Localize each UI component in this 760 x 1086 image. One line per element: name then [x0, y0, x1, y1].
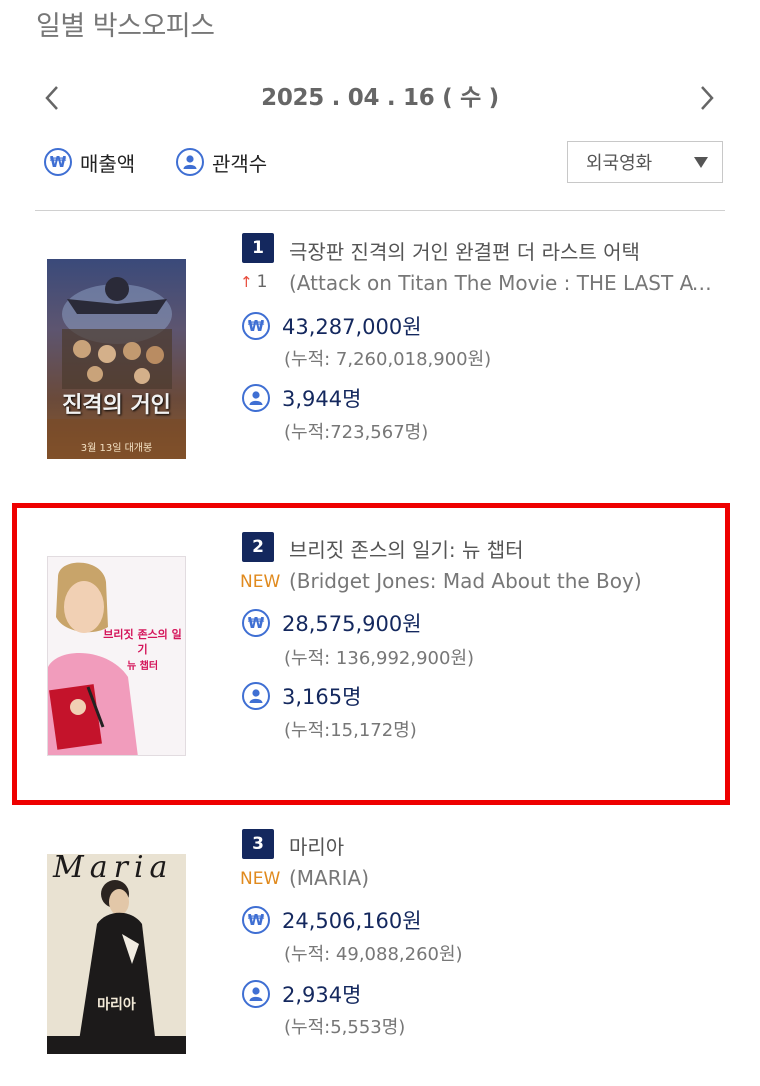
cumulative-audience: (누적:723,567명) [284, 422, 429, 443]
divider [35, 210, 725, 211]
dropdown-selected-value: 외국영화 [586, 153, 653, 174]
poster-script-title: Maria [53, 854, 174, 885]
sort-by-revenue-button[interactable]: ₩ 매출액 [44, 144, 135, 180]
poster-title: 마리아 [97, 997, 136, 1013]
movie-title-english: (Attack on Titan The Movie : THE LAST AT… [289, 271, 714, 295]
audience-stat: 2,934명 [242, 979, 361, 1009]
sort-audience-label: 관객수 [212, 151, 268, 176]
won-icon: ₩ [242, 312, 270, 340]
rank-badge: 1 [242, 233, 274, 263]
movie-type-dropdown[interactable]: 외국영화 [567, 141, 723, 183]
current-date: 2025 . 04 . 16 ( 수 ) [261, 85, 499, 111]
cumulative-revenue: (누적: 7,260,018,900원) [284, 349, 492, 370]
movie-title-korean: 마리아 [289, 835, 345, 859]
poster-artwork [47, 277, 186, 459]
sort-revenue-label: 매출액 [80, 151, 136, 176]
next-date-button[interactable] [695, 86, 719, 110]
sort-by-audience-button[interactable]: 관객수 [176, 144, 267, 180]
rank-change-value: 1 [256, 272, 268, 292]
revenue-stat: ₩ 43,287,000원 [242, 311, 422, 341]
person-icon [242, 384, 270, 412]
highlight-box [12, 503, 730, 805]
cumulative-audience: (누적:5,553명) [284, 1017, 406, 1038]
new-badge: NEW [240, 869, 281, 889]
person-icon [242, 980, 270, 1008]
movie-poster: 진격의 거인 3월 13일 대개봉 [47, 259, 186, 459]
won-icon: ₩ [242, 906, 270, 934]
cumulative-revenue: (누적: 49,088,260원) [284, 944, 463, 965]
won-icon: ₩ [44, 148, 72, 176]
movie-poster: Maria 마리아 [47, 854, 186, 1054]
poster-title: 진격의 거인 [62, 393, 171, 418]
rank-change: ↑ 1 [240, 272, 267, 292]
daily-audience: 3,944명 [282, 387, 362, 411]
movie-title-english: (MARIA) [289, 866, 370, 890]
movie-title-korean: 극장판 진격의 거인 완결편 더 라스트 어택 [289, 240, 640, 264]
rank-badge: 3 [242, 829, 274, 859]
caret-down-icon [694, 156, 708, 168]
page-title: 일별 박스오피스 [36, 11, 215, 42]
daily-revenue: 24,506,160원 [282, 909, 422, 933]
arrow-up-icon: ↑ [240, 273, 253, 291]
daily-audience: 2,934명 [282, 983, 362, 1007]
poster-release-date: 3월 13일 대개봉 [80, 443, 153, 454]
audience-stat: 3,944명 [242, 383, 361, 413]
revenue-stat: ₩ 24,506,160원 [242, 905, 422, 935]
person-icon [176, 148, 204, 176]
chevron-right-icon [701, 86, 714, 110]
daily-revenue: 43,287,000원 [282, 315, 422, 339]
